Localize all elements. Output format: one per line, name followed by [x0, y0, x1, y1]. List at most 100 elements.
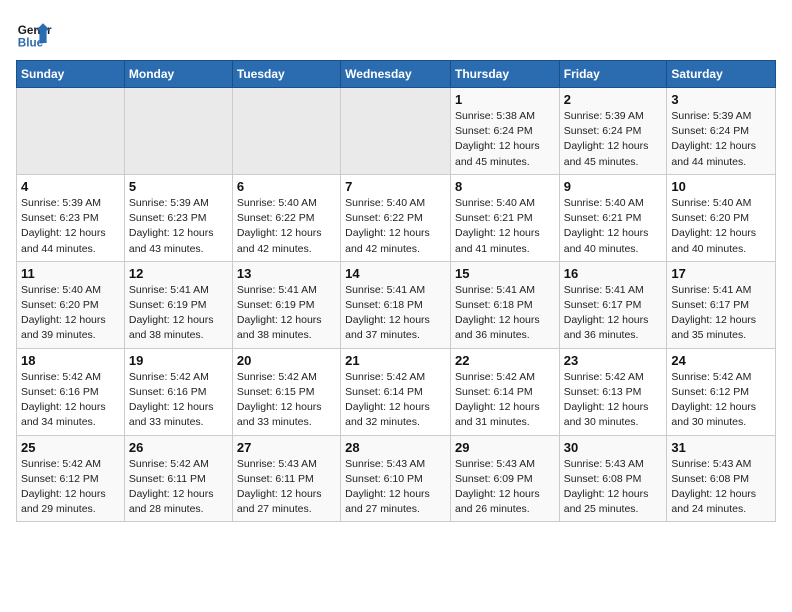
calendar-cell: 30 Sunrise: 5:43 AM Sunset: 6:08 PM Dayli…	[559, 435, 667, 522]
day-info: Sunrise: 5:39 AM Sunset: 6:23 PM Dayligh…	[21, 196, 120, 257]
calendar-cell: 12 Sunrise: 5:41 AM Sunset: 6:19 PM Dayli…	[124, 261, 232, 348]
day-info: Sunrise: 5:41 AM Sunset: 6:17 PM Dayligh…	[564, 283, 663, 344]
svg-text:General: General	[18, 24, 52, 37]
day-header-sunday: Sunday	[17, 61, 125, 88]
calendar-cell: 20 Sunrise: 5:42 AM Sunset: 6:15 PM Dayli…	[232, 348, 340, 435]
calendar-cell: 10 Sunrise: 5:40 AM Sunset: 6:20 PM Dayli…	[667, 174, 776, 261]
header-row: SundayMondayTuesdayWednesdayThursdayFrid…	[17, 61, 776, 88]
day-number: 5	[129, 179, 228, 194]
day-number: 19	[129, 353, 228, 368]
day-number: 22	[455, 353, 555, 368]
calendar-cell: 4 Sunrise: 5:39 AM Sunset: 6:23 PM Daylig…	[17, 174, 125, 261]
day-header-friday: Friday	[559, 61, 667, 88]
day-info: Sunrise: 5:42 AM Sunset: 6:12 PM Dayligh…	[671, 370, 771, 431]
day-number: 10	[671, 179, 771, 194]
day-info: Sunrise: 5:41 AM Sunset: 6:18 PM Dayligh…	[455, 283, 555, 344]
day-header-thursday: Thursday	[450, 61, 559, 88]
day-number: 12	[129, 266, 228, 281]
week-row-2: 4 Sunrise: 5:39 AM Sunset: 6:23 PM Daylig…	[17, 174, 776, 261]
day-info: Sunrise: 5:43 AM Sunset: 6:10 PM Dayligh…	[345, 457, 446, 518]
day-number: 9	[564, 179, 663, 194]
day-info: Sunrise: 5:43 AM Sunset: 6:08 PM Dayligh…	[671, 457, 771, 518]
day-number: 21	[345, 353, 446, 368]
calendar-cell: 27 Sunrise: 5:43 AM Sunset: 6:11 PM Dayli…	[232, 435, 340, 522]
day-info: Sunrise: 5:43 AM Sunset: 6:09 PM Dayligh…	[455, 457, 555, 518]
calendar-cell: 11Sunrise: 5:40 AM Sunset: 6:20 PM Dayli…	[17, 261, 125, 348]
day-info: Sunrise: 5:42 AM Sunset: 6:15 PM Dayligh…	[237, 370, 336, 431]
calendar-cell: 7 Sunrise: 5:40 AM Sunset: 6:22 PM Daylig…	[341, 174, 451, 261]
calendar-cell: 5 Sunrise: 5:39 AM Sunset: 6:23 PM Daylig…	[124, 174, 232, 261]
week-row-3: 11Sunrise: 5:40 AM Sunset: 6:20 PM Dayli…	[17, 261, 776, 348]
calendar-cell: 28 Sunrise: 5:43 AM Sunset: 6:10 PM Dayli…	[341, 435, 451, 522]
day-number: 29	[455, 440, 555, 455]
day-number: 3	[671, 92, 771, 107]
calendar-table: SundayMondayTuesdayWednesdayThursdayFrid…	[16, 60, 776, 522]
day-info: Sunrise: 5:40 AM Sunset: 6:20 PM Dayligh…	[671, 196, 771, 257]
day-number: 18	[21, 353, 120, 368]
day-info: Sunrise: 5:42 AM Sunset: 6:16 PM Dayligh…	[129, 370, 228, 431]
day-info: Sunrise: 5:40 AM Sunset: 6:22 PM Dayligh…	[237, 196, 336, 257]
day-number: 11	[21, 266, 120, 281]
day-number: 27	[237, 440, 336, 455]
day-number: 1	[455, 92, 555, 107]
day-info: Sunrise: 5:42 AM Sunset: 6:14 PM Dayligh…	[345, 370, 446, 431]
calendar-cell: 15Sunrise: 5:41 AM Sunset: 6:18 PM Dayli…	[450, 261, 559, 348]
day-number: 14	[345, 266, 446, 281]
day-info: Sunrise: 5:42 AM Sunset: 6:13 PM Dayligh…	[564, 370, 663, 431]
day-number: 4	[21, 179, 120, 194]
calendar-cell: 9 Sunrise: 5:40 AM Sunset: 6:21 PM Daylig…	[559, 174, 667, 261]
day-number: 8	[455, 179, 555, 194]
week-row-1: 1 Sunrise: 5:38 AM Sunset: 6:24 PM Daylig…	[17, 88, 776, 175]
day-info: Sunrise: 5:41 AM Sunset: 6:19 PM Dayligh…	[129, 283, 228, 344]
calendar-cell: 29 Sunrise: 5:43 AM Sunset: 6:09 PM Dayli…	[450, 435, 559, 522]
calendar-cell: 14 Sunrise: 5:41 AM Sunset: 6:18 PM Dayli…	[341, 261, 451, 348]
day-number: 7	[345, 179, 446, 194]
calendar-cell: 21 Sunrise: 5:42 AM Sunset: 6:14 PM Dayli…	[341, 348, 451, 435]
day-number: 16	[564, 266, 663, 281]
day-number: 20	[237, 353, 336, 368]
day-header-wednesday: Wednesday	[341, 61, 451, 88]
calendar-cell: 18 Sunrise: 5:42 AM Sunset: 6:16 PM Dayli…	[17, 348, 125, 435]
day-info: Sunrise: 5:40 AM Sunset: 6:21 PM Dayligh…	[564, 196, 663, 257]
day-number: 2	[564, 92, 663, 107]
day-info: Sunrise: 5:40 AM Sunset: 6:22 PM Dayligh…	[345, 196, 446, 257]
day-number: 25	[21, 440, 120, 455]
day-info: Sunrise: 5:42 AM Sunset: 6:14 PM Dayligh…	[455, 370, 555, 431]
day-info: Sunrise: 5:43 AM Sunset: 6:11 PM Dayligh…	[237, 457, 336, 518]
calendar-cell: 2 Sunrise: 5:39 AM Sunset: 6:24 PM Daylig…	[559, 88, 667, 175]
day-number: 26	[129, 440, 228, 455]
calendar-cell	[17, 88, 125, 175]
day-info: Sunrise: 5:42 AM Sunset: 6:16 PM Dayligh…	[21, 370, 120, 431]
calendar-cell	[341, 88, 451, 175]
calendar-cell: 13Sunrise: 5:41 AM Sunset: 6:19 PM Dayli…	[232, 261, 340, 348]
day-number: 17	[671, 266, 771, 281]
week-row-4: 18 Sunrise: 5:42 AM Sunset: 6:16 PM Dayli…	[17, 348, 776, 435]
calendar-cell: 17Sunrise: 5:41 AM Sunset: 6:17 PM Dayli…	[667, 261, 776, 348]
calendar-cell: 19 Sunrise: 5:42 AM Sunset: 6:16 PM Dayli…	[124, 348, 232, 435]
logo-icon: General Blue	[16, 16, 52, 52]
calendar-cell: 23 Sunrise: 5:42 AM Sunset: 6:13 PM Dayli…	[559, 348, 667, 435]
calendar-cell	[232, 88, 340, 175]
calendar-cell: 6Sunrise: 5:40 AM Sunset: 6:22 PM Daylig…	[232, 174, 340, 261]
day-info: Sunrise: 5:38 AM Sunset: 6:24 PM Dayligh…	[455, 109, 555, 170]
day-info: Sunrise: 5:43 AM Sunset: 6:08 PM Dayligh…	[564, 457, 663, 518]
calendar-cell	[124, 88, 232, 175]
page-header: General Blue	[16, 16, 776, 52]
day-number: 23	[564, 353, 663, 368]
calendar-cell: 26Sunrise: 5:42 AM Sunset: 6:11 PM Dayli…	[124, 435, 232, 522]
day-number: 24	[671, 353, 771, 368]
day-info: Sunrise: 5:39 AM Sunset: 6:23 PM Dayligh…	[129, 196, 228, 257]
day-info: Sunrise: 5:41 AM Sunset: 6:18 PM Dayligh…	[345, 283, 446, 344]
day-number: 28	[345, 440, 446, 455]
day-info: Sunrise: 5:39 AM Sunset: 6:24 PM Dayligh…	[564, 109, 663, 170]
calendar-cell: 3 Sunrise: 5:39 AM Sunset: 6:24 PM Daylig…	[667, 88, 776, 175]
day-number: 30	[564, 440, 663, 455]
day-info: Sunrise: 5:40 AM Sunset: 6:21 PM Dayligh…	[455, 196, 555, 257]
day-info: Sunrise: 5:39 AM Sunset: 6:24 PM Dayligh…	[671, 109, 771, 170]
logo: General Blue	[16, 16, 52, 52]
day-number: 13	[237, 266, 336, 281]
day-header-tuesday: Tuesday	[232, 61, 340, 88]
day-header-monday: Monday	[124, 61, 232, 88]
calendar-cell: 8 Sunrise: 5:40 AM Sunset: 6:21 PM Daylig…	[450, 174, 559, 261]
day-number: 31	[671, 440, 771, 455]
